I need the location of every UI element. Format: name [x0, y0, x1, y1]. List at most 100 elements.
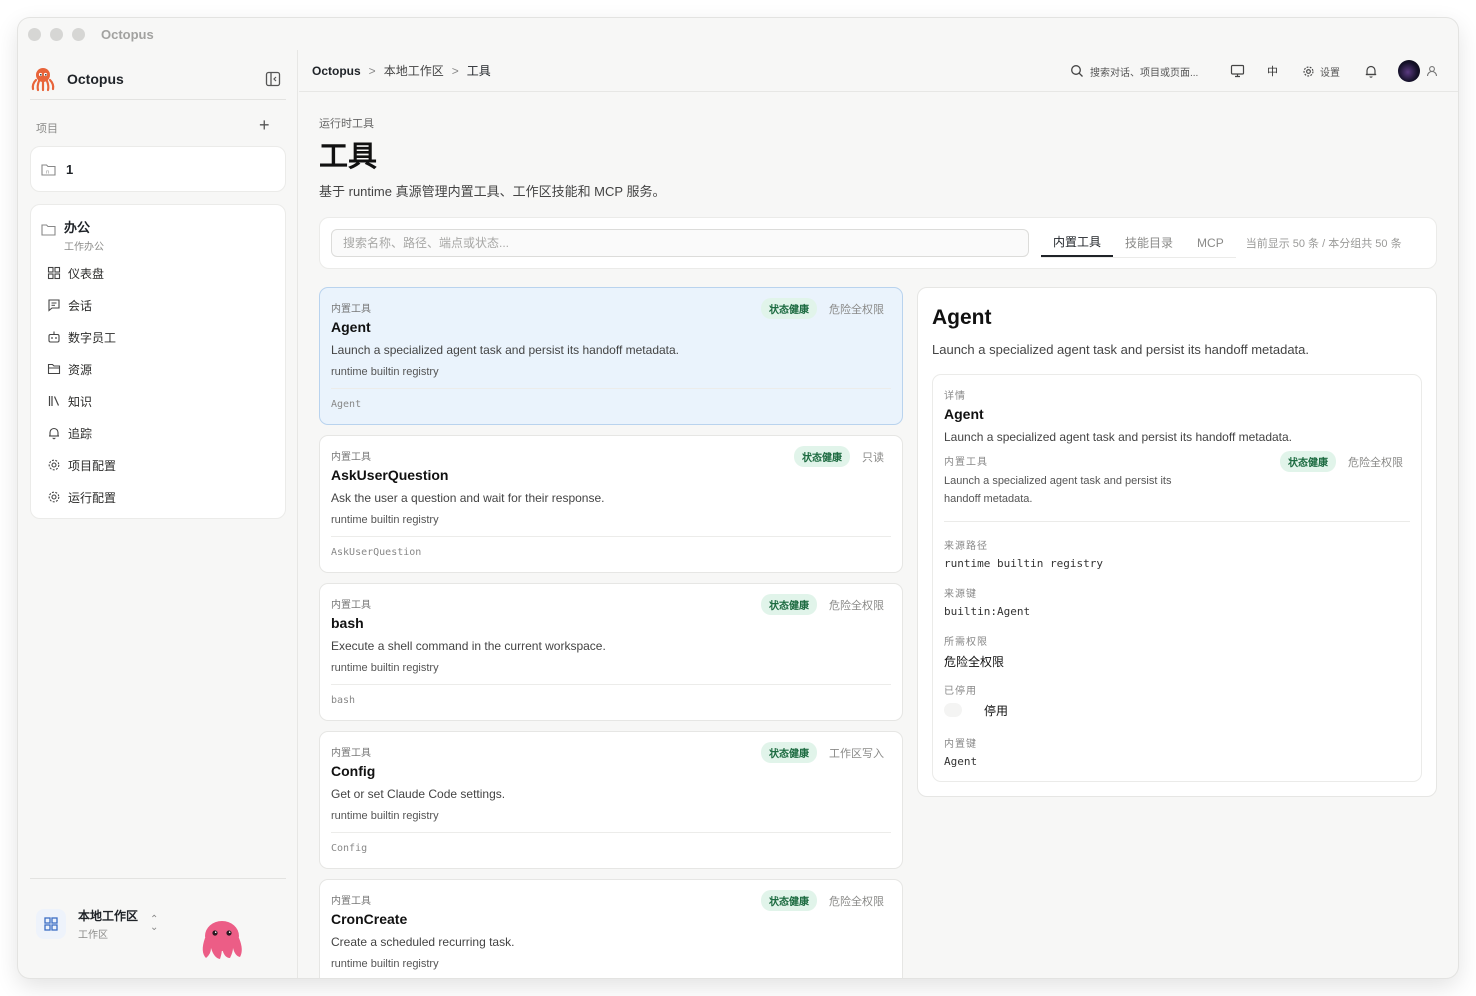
- tool-badges: 状态健康 危险全权限: [761, 298, 884, 319]
- nav-item-digital-staff[interactable]: 数字员工: [47, 321, 277, 353]
- zoom-window-button[interactable]: [72, 27, 85, 41]
- nav-item-project-config[interactable]: 项目配置: [47, 449, 277, 481]
- add-project-button[interactable]: +: [259, 116, 270, 134]
- settings-button[interactable]: 设置: [1302, 64, 1340, 79]
- tab-mcp[interactable]: MCP: [1185, 228, 1236, 257]
- breadcrumb-item-root[interactable]: Octopus: [312, 64, 361, 78]
- project-item-1[interactable]: n 1: [30, 146, 286, 192]
- permission-badge: 危险全权限: [1348, 456, 1403, 469]
- detail-badges: 状态健康 危险全权限: [1280, 451, 1403, 472]
- permission-badge: 危险全权限: [829, 895, 884, 908]
- breadcrumb-item-current: 工具: [466, 64, 491, 78]
- tool-description: Execute a shell command in the current w…: [331, 639, 606, 653]
- nav-item-sessions[interactable]: 会话: [47, 289, 277, 321]
- detail-category-description: Launch a specialized agent task and pers…: [944, 475, 1172, 505]
- display-mode-button[interactable]: [1230, 64, 1245, 78]
- status-badge: 状态健康: [794, 446, 850, 467]
- chat-icon: [48, 299, 60, 312]
- tool-card-askuserquestion[interactable]: 内置工具 AskUserQuestion Ask the user a ques…: [319, 435, 903, 573]
- tool-search-input[interactable]: [331, 229, 1029, 257]
- breadcrumb-item-workspace[interactable]: 本地工作区: [384, 62, 444, 79]
- nav-item-runtime-config[interactable]: 运行配置: [47, 481, 277, 513]
- nav-list: 仪表盘 会话 数字员工 资源 知识 追踪 项目配置 运行配置: [47, 257, 277, 513]
- global-search-button[interactable]: 搜索对话、项目或页面...: [1070, 64, 1208, 79]
- detail-tool-description: Launch a specialized agent task and pers…: [944, 430, 1293, 444]
- gear-icon: [48, 491, 60, 503]
- status-badge: 状态健康: [1280, 451, 1336, 472]
- global-search-placeholder: 搜索对话、项目或页面...: [1090, 67, 1199, 79]
- brand: Octopus: [30, 62, 286, 96]
- divider: [331, 684, 891, 685]
- tool-card-bash[interactable]: 内置工具 bash Execute a shell command in the…: [319, 583, 903, 721]
- required-permission-value: 危险全权限: [944, 655, 1005, 669]
- tool-badges: 状态健康 工作区写入: [761, 742, 884, 763]
- gear-icon: [1303, 65, 1314, 77]
- detail-title: Agent: [932, 306, 992, 329]
- tool-name: CronCreate: [331, 911, 408, 927]
- workspace-switcher[interactable]: 本地工作区 工作区 ⌃ ⌄: [36, 905, 166, 943]
- nav-item-tracking[interactable]: 追踪: [47, 417, 277, 449]
- folder-icon: [41, 224, 56, 236]
- monitor-icon: [1230, 64, 1245, 78]
- search-icon: [1071, 65, 1083, 77]
- nav-item-knowledge[interactable]: 知识: [47, 385, 277, 417]
- user-menu-button[interactable]: [1426, 65, 1438, 77]
- tool-category: 内置工具: [331, 452, 371, 463]
- detail-description: Launch a specialized agent task and pers…: [932, 342, 1310, 357]
- status-badge: 状态健康: [761, 742, 817, 763]
- svg-text:n: n: [46, 169, 50, 175]
- settings-label: 设置: [1320, 67, 1340, 79]
- tool-source: runtime builtin registry: [331, 514, 439, 526]
- permission-badge: 危险全权限: [829, 303, 884, 316]
- source-path-label: 来源路径: [944, 541, 988, 552]
- tool-name: bash: [331, 615, 364, 631]
- title-bar: Octopus: [18, 18, 1458, 50]
- avatar[interactable]: [1398, 60, 1420, 82]
- nav-item-dashboard[interactable]: 仪表盘: [47, 257, 277, 289]
- window-title: Octopus: [101, 26, 154, 42]
- tool-source: runtime builtin registry: [331, 958, 439, 970]
- tool-key: Config: [331, 843, 368, 854]
- tool-card-config[interactable]: 内置工具 Config Get or set Claude Code setti…: [319, 731, 903, 869]
- tool-description: Launch a specialized agent task and pers…: [331, 343, 680, 357]
- folder-icon: [47, 363, 61, 375]
- disabled-label: 已停用: [944, 686, 977, 697]
- nav-label: 追踪: [68, 426, 93, 441]
- app-window: Octopus Octopus 项目 + n 1 办公 工作办公 仪表盘 会话 …: [18, 18, 1458, 978]
- workspace-nav-card: 办公 工作办公 仪表盘 会话 数字员工 资源 知识 追踪 项目配置 运行配置: [30, 204, 286, 519]
- nav-label: 项目配置: [68, 458, 117, 473]
- language-button[interactable]: 中: [1267, 63, 1278, 79]
- bell-icon: [49, 427, 59, 440]
- tool-key: bash: [331, 695, 356, 706]
- required-permission-label: 所需权限: [944, 637, 988, 648]
- tool-badges: 状态健康 危险全权限: [761, 890, 884, 911]
- tool-description: Get or set Claude Code settings.: [331, 787, 506, 801]
- collapse-sidebar-icon[interactable]: [264, 70, 282, 88]
- sidebar: Octopus 项目 + n 1 办公 工作办公 仪表盘 会话 数字员工 资源 …: [18, 50, 298, 978]
- top-actions: 搜索对话、项目或页面... 中 设置: [1070, 50, 1438, 92]
- tab-builtin-tools[interactable]: 内置工具: [1041, 228, 1114, 257]
- status-badge: 状态健康: [761, 890, 817, 911]
- chevron-updown-icon: ⌃ ⌄: [150, 914, 159, 933]
- tool-category: 内置工具: [331, 748, 371, 759]
- status-badge: 状态健康: [761, 594, 817, 615]
- tab-skills-catalog[interactable]: 技能目录: [1113, 228, 1185, 257]
- minimize-window-button[interactable]: [50, 27, 63, 41]
- builtin-key-value: Agent: [944, 755, 978, 768]
- builtin-key-label: 内置键: [944, 739, 977, 750]
- workspace-icon: [36, 909, 66, 939]
- tool-name: AskUserQuestion: [331, 467, 449, 483]
- nav-item-resources[interactable]: 资源: [47, 353, 277, 385]
- page-subtitle: 基于 runtime 真源管理内置工具、工作区技能和 MCP 服务。: [319, 184, 666, 199]
- nav-label: 数字员工: [68, 330, 117, 345]
- workspace-header[interactable]: 办公 工作办公: [41, 217, 104, 253]
- notifications-button[interactable]: [1364, 64, 1378, 79]
- disable-toggle[interactable]: [944, 703, 962, 717]
- workspace-name: 办公: [64, 220, 91, 235]
- divider: [331, 832, 891, 833]
- result-count: 当前显示 50 条 / 本分组共 50 条: [1245, 238, 1402, 250]
- tool-card-croncreate[interactable]: 内置工具 CronCreate Create a scheduled recur…: [319, 879, 903, 978]
- close-window-button[interactable]: [28, 27, 41, 41]
- tool-card-agent[interactable]: 内置工具 Agent Launch a specialized agent ta…: [319, 287, 903, 425]
- projects-label: 项目: [36, 123, 58, 135]
